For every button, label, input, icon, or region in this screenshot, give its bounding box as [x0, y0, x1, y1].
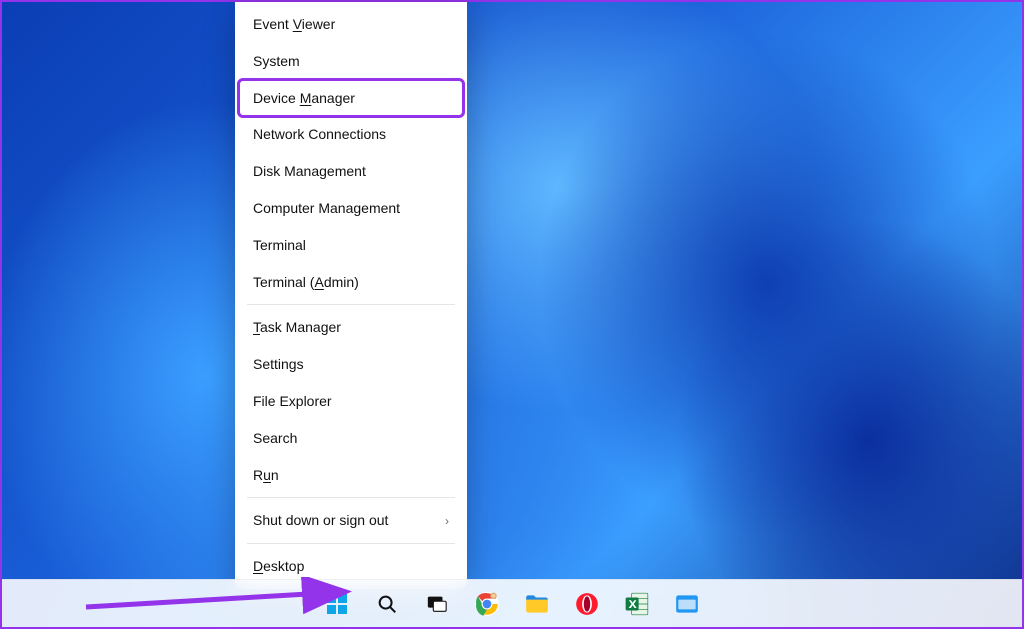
- menu-item-2[interactable]: Device Manager: [239, 80, 463, 117]
- search-button[interactable]: [367, 584, 407, 624]
- menu-item-7[interactable]: Terminal (Admin): [239, 264, 463, 301]
- excel-button[interactable]: [617, 584, 657, 624]
- start-button[interactable]: [317, 584, 357, 624]
- menu-separator: [247, 543, 455, 544]
- menu-item-10[interactable]: File Explorer: [239, 383, 463, 420]
- taskbar: [2, 579, 1022, 627]
- search-icon: [376, 593, 398, 615]
- menu-item-label: Disk Management: [253, 163, 366, 180]
- taskbar-center-group: [317, 584, 707, 624]
- app-button[interactable]: [667, 584, 707, 624]
- menu-separator: [247, 497, 455, 498]
- menu-item-label: File Explorer: [253, 393, 332, 410]
- windows-icon: [325, 592, 349, 616]
- menu-item-3[interactable]: Network Connections: [239, 116, 463, 153]
- menu-item-label: System: [253, 53, 300, 70]
- menu-separator: [247, 304, 455, 305]
- opera-button[interactable]: [567, 584, 607, 624]
- menu-item-13[interactable]: Shut down or sign out ›: [239, 502, 463, 539]
- menu-item-label: Event Viewer: [253, 16, 335, 33]
- menu-item-label: Search: [253, 430, 297, 447]
- opera-icon: [574, 591, 600, 617]
- menu-item-label: Terminal (Admin): [253, 274, 359, 291]
- task-view-button[interactable]: [417, 584, 457, 624]
- task-view-icon: [426, 593, 448, 615]
- desktop-wallpaper: [2, 2, 1022, 627]
- app-icon: [674, 591, 700, 617]
- menu-item-12[interactable]: Run: [239, 457, 463, 494]
- menu-item-label: Terminal: [253, 237, 306, 254]
- excel-icon: [624, 591, 650, 617]
- menu-item-4[interactable]: Disk Management: [239, 153, 463, 190]
- menu-item-8[interactable]: Task Manager: [239, 309, 463, 346]
- menu-item-label: Shut down or sign out: [253, 512, 388, 529]
- chrome-button[interactable]: [467, 584, 507, 624]
- menu-item-6[interactable]: Terminal: [239, 227, 463, 264]
- chevron-right-icon: ›: [445, 514, 449, 528]
- chrome-icon: [474, 591, 500, 617]
- file-explorer-button[interactable]: [517, 584, 557, 624]
- menu-item-label: Device Manager: [253, 90, 355, 107]
- menu-item-5[interactable]: Computer Management: [239, 190, 463, 227]
- menu-item-label: Network Connections: [253, 126, 386, 143]
- menu-item-label: Computer Management: [253, 200, 400, 217]
- folder-icon: [524, 591, 550, 617]
- winx-context-menu: Event Viewer System Device Manager Network …: [235, 2, 467, 589]
- menu-item-label: Task Manager: [253, 319, 341, 336]
- menu-item-label: Desktop: [253, 558, 304, 575]
- menu-item-1[interactable]: System: [239, 43, 463, 80]
- menu-item-0[interactable]: Event Viewer: [239, 6, 463, 43]
- menu-item-11[interactable]: Search: [239, 420, 463, 457]
- menu-item-label: Settings: [253, 356, 304, 373]
- menu-item-9[interactable]: Settings: [239, 346, 463, 383]
- menu-item-label: Run: [253, 467, 279, 484]
